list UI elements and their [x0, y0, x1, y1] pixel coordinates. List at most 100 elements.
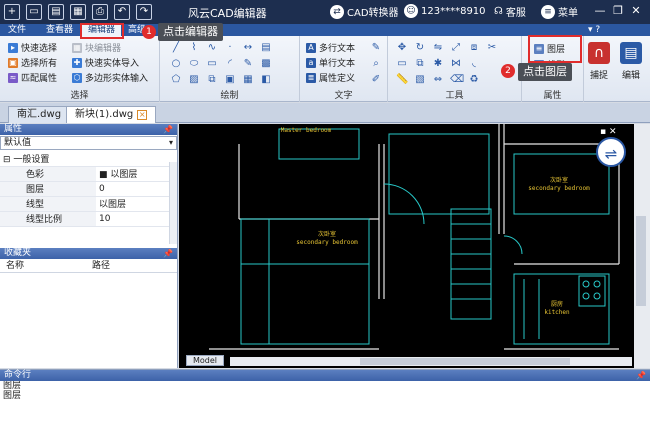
- redo-icon[interactable]: ↷: [136, 4, 152, 20]
- pin-icon[interactable]: 📌: [163, 248, 173, 259]
- tab-viewer[interactable]: 查看器: [40, 24, 79, 36]
- properties-scrollbar[interactable]: [169, 162, 177, 244]
- offset-tool-icon[interactable]: ⧈: [468, 42, 480, 54]
- polyline-tool-icon[interactable]: ⌇: [188, 42, 200, 54]
- rectangle-tool-icon[interactable]: ▭: [206, 58, 218, 70]
- explode-tool-icon[interactable]: ✱: [432, 58, 444, 70]
- image-tool-icon[interactable]: ▣: [224, 74, 236, 86]
- drawing-canvas[interactable]: Master bedroom 次卧室 secondary bedroom 次卧室…: [179, 124, 650, 368]
- erase-tool-icon[interactable]: ⌫: [450, 74, 464, 86]
- scrollbar-thumb[interactable]: [360, 358, 570, 365]
- mirror-tool-icon[interactable]: ⇋: [432, 42, 444, 54]
- array-tool-icon[interactable]: ▭: [396, 58, 408, 70]
- distance-tool-icon[interactable]: ⇔: [432, 74, 444, 86]
- open-folder-icon[interactable]: ▭: [26, 4, 42, 20]
- wipeout-tool-icon[interactable]: ◧: [260, 74, 272, 86]
- save-icon[interactable]: ▤: [48, 4, 64, 20]
- floor-plan: Master bedroom 次卧室 secondary bedroom 次卧室…: [209, 124, 620, 350]
- column-path[interactable]: 路径: [86, 259, 110, 272]
- ellipse-tool-icon[interactable]: ⬭: [188, 58, 200, 70]
- snap-button[interactable]: ∩ 捕捉: [586, 40, 612, 94]
- trim-tool-icon[interactable]: ✂: [486, 42, 498, 54]
- close-tab-icon[interactable]: ×: [137, 110, 148, 120]
- area-tool-icon[interactable]: ▧: [414, 74, 426, 86]
- table-row[interactable]: 线型 以图层: [0, 196, 170, 212]
- close-button[interactable]: ✕: [630, 4, 642, 18]
- region-tool-icon[interactable]: ▩: [260, 58, 272, 70]
- copy-tool-icon[interactable]: ⧉: [414, 58, 426, 70]
- section-label: 一般设置: [13, 154, 50, 165]
- quick-entity-import-button[interactable]: ✚ 快速实体导入: [72, 56, 139, 69]
- prop-value: 以图层: [110, 170, 138, 180]
- print-icon[interactable]: ⎙: [92, 4, 108, 20]
- pin-icon[interactable]: 📌: [163, 124, 173, 135]
- customer-service-button[interactable]: ☊ 客服: [494, 4, 526, 19]
- collapse-icon[interactable]: ⊟: [3, 155, 11, 165]
- table-row[interactable]: 线型比例 10: [0, 211, 170, 227]
- scale-tool-icon[interactable]: ⤢: [450, 42, 462, 54]
- prop-value[interactable]: 10: [96, 211, 170, 227]
- translate-float-button[interactable]: ⇌: [596, 137, 626, 167]
- properties-dropdown[interactable]: 默认值 ▾: [0, 136, 177, 150]
- point-tool-icon[interactable]: ·: [224, 42, 236, 54]
- table-row[interactable]: 色彩 ■ 以图层: [0, 166, 170, 182]
- model-tab[interactable]: Model: [186, 355, 225, 366]
- chevron-down-icon: ▾: [168, 138, 173, 147]
- spline-tool-icon[interactable]: ∿: [206, 42, 218, 54]
- block-editor-button[interactable]: ▦ 块编辑器: [72, 41, 121, 54]
- canvas-vertical-scrollbar[interactable]: [634, 124, 650, 368]
- purge-tool-icon[interactable]: ♻: [468, 74, 480, 86]
- highlight-layer-button: [528, 35, 582, 63]
- table-row[interactable]: 图层 0: [0, 181, 170, 197]
- measure-tool-icon[interactable]: 📏: [396, 74, 408, 86]
- hatch-tool-icon[interactable]: ▤: [260, 42, 272, 54]
- doc-tab-nanhui[interactable]: 南汇.dwg: [8, 106, 71, 123]
- prop-value-color[interactable]: ■ 以图层: [96, 166, 170, 182]
- ribbon-options[interactable]: ▾ ?: [588, 24, 600, 36]
- table-tool-icon[interactable]: ▦: [242, 74, 254, 86]
- canvas-horizontal-scrollbar[interactable]: [230, 357, 632, 366]
- minimize-button[interactable]: —: [594, 4, 606, 18]
- user-account[interactable]: ☺ 123****8910: [404, 4, 486, 18]
- find-text-icon[interactable]: ⌕: [370, 58, 382, 70]
- doc-tab-new-block[interactable]: 新块(1).dwg ×: [66, 106, 157, 123]
- prop-value[interactable]: 0: [96, 181, 170, 197]
- pin-icon[interactable]: 📌: [636, 370, 646, 381]
- tab-file[interactable]: 文件: [2, 24, 32, 36]
- canvas-options-icon[interactable]: ▪ ✕: [600, 127, 617, 137]
- rotate-tool-icon[interactable]: ↻: [414, 42, 426, 54]
- multiline-text-button[interactable]: A 多行文本: [306, 41, 355, 54]
- new-file-icon[interactable]: +: [4, 4, 20, 20]
- cad-converter-button[interactable]: ⇄ CAD转换器: [330, 4, 399, 19]
- attribute-definition-button[interactable]: ≣ 属性定义: [306, 71, 355, 84]
- prop-value[interactable]: 以图层: [96, 196, 170, 212]
- scrollbar-thumb[interactable]: [636, 216, 646, 306]
- polygon-tool-icon[interactable]: ⬠: [170, 74, 182, 86]
- join-tool-icon[interactable]: ⋈: [450, 58, 462, 70]
- match-properties-icon: ≈: [8, 72, 18, 83]
- undo-icon[interactable]: ↶: [114, 4, 130, 20]
- arc-tool-icon[interactable]: ◜: [224, 58, 236, 70]
- spellcheck-icon[interactable]: ✐: [370, 74, 382, 86]
- text-style-icon[interactable]: ✎: [370, 42, 382, 54]
- match-properties-button[interactable]: ≈ 匹配属性: [8, 71, 57, 84]
- column-name[interactable]: 名称: [0, 259, 86, 272]
- edit-button[interactable]: ▤ 编辑: [616, 40, 646, 94]
- gradient-tool-icon[interactable]: ▨: [188, 74, 200, 86]
- line-tool-icon[interactable]: ╱: [170, 42, 182, 54]
- dimension-tool-icon[interactable]: ↔: [242, 42, 254, 54]
- fillet-tool-icon[interactable]: ◟: [468, 58, 480, 70]
- circle-tool-icon[interactable]: ○: [170, 58, 182, 70]
- block-insert-tool-icon[interactable]: ⧉: [206, 74, 218, 86]
- single-line-text-button[interactable]: a 单行文本: [306, 56, 355, 69]
- maximize-button[interactable]: ❐: [612, 4, 624, 18]
- polygon-entity-input-button[interactable]: ⬡ 多边形实体输入: [72, 71, 148, 84]
- table-row[interactable]: ⊟ 一般设置: [0, 151, 170, 167]
- main-menu-button[interactable]: ≡ 菜单: [541, 4, 578, 19]
- pen-tool-icon[interactable]: ✎: [242, 58, 254, 70]
- save-as-icon[interactable]: ▦: [70, 4, 86, 20]
- move-tool-icon[interactable]: ✥: [396, 42, 408, 54]
- quick-select-button[interactable]: ▸ 快速选择: [8, 41, 57, 54]
- select-all-button[interactable]: ▣ 选择所有: [8, 56, 57, 69]
- step2-tooltip: 点击图层: [518, 63, 572, 81]
